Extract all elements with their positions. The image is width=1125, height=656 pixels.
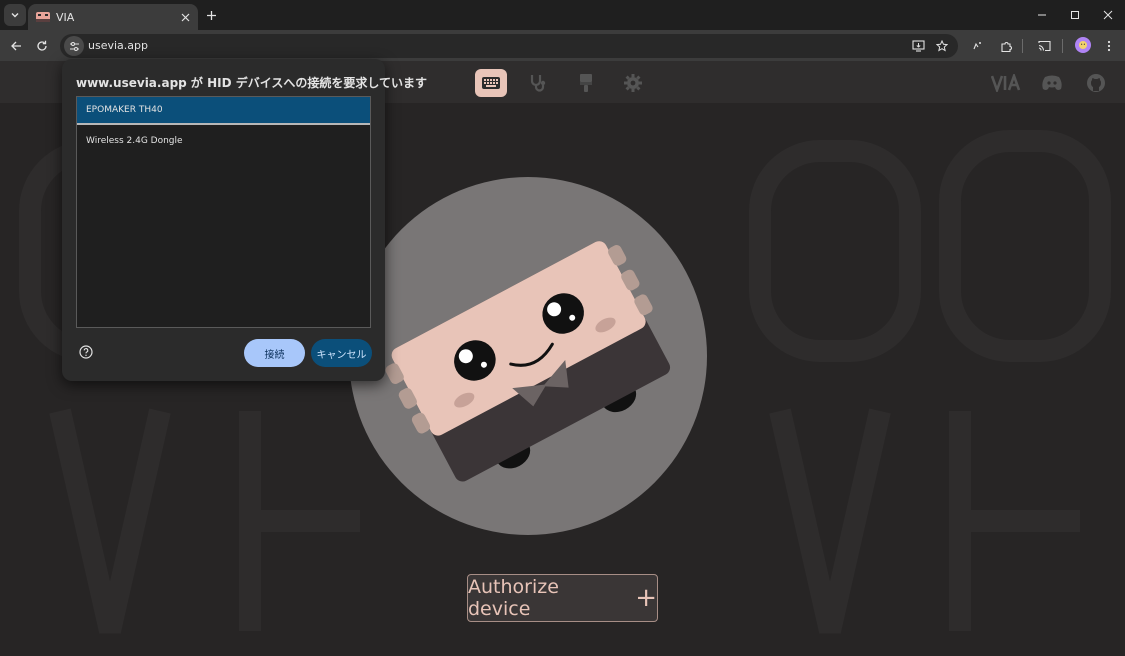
- maximize-icon: [1071, 11, 1079, 19]
- browser-window: VIA usevia.app Authorize device + www.us…: [0, 0, 1125, 656]
- tab-title: VIA: [56, 10, 75, 24]
- nav-design[interactable]: [570, 69, 602, 97]
- stethoscope-icon: [530, 75, 546, 92]
- tab-close-button[interactable]: [178, 10, 192, 24]
- install-app-icon: [911, 40, 925, 52]
- via-favicon-icon: [36, 12, 50, 22]
- cast-icon: [1037, 40, 1051, 52]
- cancel-button[interactable]: キャンセル: [311, 339, 372, 367]
- device-label: Wireless 2.4G Dongle: [86, 136, 183, 146]
- puzzle-icon: [1000, 41, 1012, 52]
- dialog-title: www.usevia.app が HID デバイスへの接続を要求しています: [76, 76, 428, 90]
- plus-icon: [206, 10, 216, 20]
- keyboard-mascot-illustration: [385, 241, 671, 482]
- via-logo-link[interactable]: [990, 69, 1026, 97]
- minimize-button[interactable]: [1027, 0, 1057, 30]
- github-icon: [1087, 74, 1105, 92]
- browser-menu-button[interactable]: [1098, 35, 1120, 57]
- nav-settings[interactable]: [617, 69, 649, 97]
- design-brush-icon: [580, 74, 592, 92]
- hid-permission-dialog: www.usevia.app が HID デバイスへの接続を要求しています EP…: [62, 59, 427, 381]
- media-controls-button[interactable]: [966, 35, 988, 57]
- discord-icon: [1042, 75, 1062, 90]
- nav-test[interactable]: [522, 69, 554, 97]
- toolbar-separator: [1062, 39, 1063, 53]
- browser-toolbar: usevia.app: [0, 30, 1125, 61]
- url-text[interactable]: usevia.app: [88, 39, 148, 52]
- device-list[interactable]: EPOMAKER TH40 Wireless 2.4G Dongle: [76, 96, 371, 328]
- close-icon: [181, 13, 189, 21]
- discord-link[interactable]: [1036, 69, 1068, 97]
- site-info-button[interactable]: [64, 36, 84, 56]
- device-item-wireless-dongle[interactable]: Wireless 2.4G Dongle: [77, 127, 370, 155]
- profile-avatar-button[interactable]: [1075, 37, 1091, 53]
- extensions-button[interactable]: [995, 35, 1017, 57]
- avatar-icon: [1079, 41, 1087, 49]
- chevron-down-icon: [11, 13, 19, 18]
- bookmark-button[interactable]: [933, 37, 951, 55]
- close-icon: [1103, 10, 1113, 20]
- via-logo-icon: [991, 74, 1021, 92]
- tab-via[interactable]: VIA: [28, 4, 198, 30]
- media-icon: [973, 42, 981, 50]
- tune-icon: [69, 41, 79, 51]
- new-tab-button[interactable]: [202, 6, 220, 24]
- reload-button[interactable]: [31, 35, 53, 57]
- nav-configure[interactable]: [475, 69, 507, 97]
- cast-button[interactable]: [1033, 35, 1055, 57]
- install-app-button[interactable]: [909, 37, 927, 55]
- settings-gear-icon: [624, 74, 642, 92]
- tab-search-button[interactable]: [4, 4, 26, 26]
- authorize-device-label: Authorize device: [468, 576, 559, 620]
- device-label: EPOMAKER TH40: [86, 105, 163, 115]
- tab-strip: VIA: [0, 0, 1125, 30]
- arrow-left-icon: [11, 41, 21, 51]
- help-icon[interactable]: [79, 345, 93, 359]
- connect-button[interactable]: 接続: [244, 339, 305, 367]
- back-button[interactable]: [5, 35, 27, 57]
- reload-icon: [37, 40, 47, 51]
- star-icon: [936, 40, 948, 52]
- device-item-epomaker-th40[interactable]: EPOMAKER TH40: [77, 97, 370, 125]
- minimize-icon: [1038, 14, 1046, 16]
- plus-icon: +: [635, 583, 657, 613]
- maximize-button[interactable]: [1060, 0, 1090, 30]
- authorize-device-button[interactable]: Authorize device +: [467, 574, 658, 622]
- keyboard-icon: [482, 77, 500, 89]
- toolbar-separator: [1022, 39, 1023, 53]
- github-link[interactable]: [1080, 69, 1112, 97]
- close-window-button[interactable]: [1093, 0, 1123, 30]
- kebab-menu-icon: [1107, 40, 1111, 52]
- address-bar[interactable]: usevia.app: [60, 34, 958, 58]
